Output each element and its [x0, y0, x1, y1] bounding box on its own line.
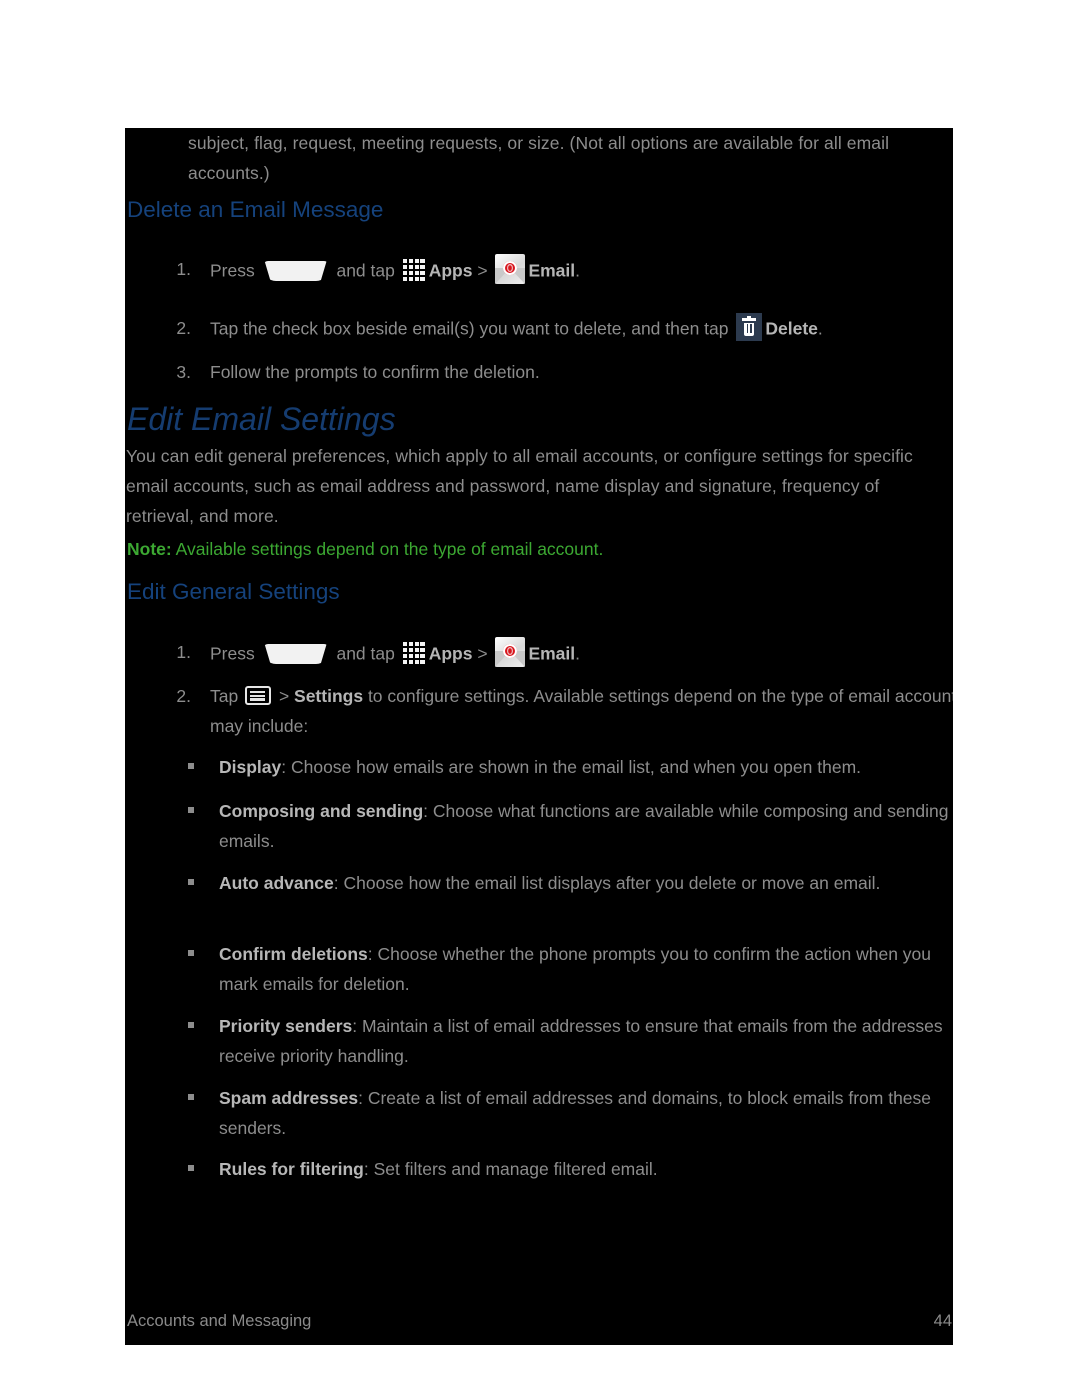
- step-separator: >: [274, 686, 295, 706]
- step-fragment: and tap: [331, 260, 400, 281]
- list-item-term: Display: [219, 757, 282, 777]
- step-fragment: Tap the check box beside email(s) you wa…: [210, 318, 734, 339]
- step-number: 2.: [176, 318, 191, 338]
- list-item-term: Composing and sending: [219, 801, 424, 821]
- step-fragment: Tap: [210, 686, 244, 706]
- list-item-text: Confirm deletions: Choose whether the ph…: [219, 939, 953, 999]
- apps-label: Apps: [428, 643, 473, 664]
- page-title-edit-email-settings: Edit Email Settings: [127, 401, 396, 437]
- apps-grid-icon: [402, 258, 426, 282]
- list-item-description: : Choose how emails are shown in the ema…: [281, 757, 862, 777]
- list-item-text: Auto advance: Choose how the email list …: [219, 868, 953, 898]
- bullet-square-icon: [188, 807, 194, 813]
- step-number: 1.: [176, 642, 191, 662]
- footer-section-label: Accounts and Messaging: [127, 1312, 312, 1330]
- step-fragment: and tap: [331, 643, 400, 664]
- bullet-square-icon: [188, 1022, 194, 1028]
- list-item-term: Auto advance: [219, 873, 334, 893]
- step-text: Press and tap Apps > Email.: [210, 637, 953, 673]
- step-separator: >: [472, 643, 493, 664]
- step-text: Follow the prompts to confirm the deleti…: [210, 362, 540, 382]
- step-fragment: Press: [210, 643, 260, 664]
- step-fragment: Press: [210, 260, 260, 281]
- step-fragment: .: [575, 260, 581, 281]
- continuation-paragraph: subject, flag, request, meeting requests…: [188, 133, 890, 183]
- step-text: Press and tap Apps > Email.: [210, 254, 953, 290]
- delete-trash-icon: [736, 313, 763, 341]
- list-item-text: Spam addresses: Create a list of email a…: [219, 1083, 953, 1143]
- bullet-square-icon: [188, 950, 194, 956]
- note-line: Note: Available settings depend on the t…: [127, 534, 937, 564]
- step-text: Tap the check box beside email(s) you wa…: [210, 313, 953, 347]
- step-number: 3.: [176, 362, 191, 382]
- list-item-text: Composing and sending: Choose what funct…: [219, 796, 953, 856]
- step-fragment: .: [817, 318, 823, 339]
- list-item-text: Priority senders: Maintain a list of ema…: [219, 1011, 953, 1071]
- footer-page-number: 44: [933, 1312, 952, 1330]
- step-fragment: .: [575, 643, 581, 664]
- delete-label: Delete: [765, 318, 818, 339]
- email-app-icon: [495, 637, 526, 667]
- apps-grid-icon: [402, 641, 426, 665]
- step-number: 2.: [176, 686, 191, 706]
- list-item-term: Priority senders: [219, 1016, 353, 1036]
- list-item-term: Confirm deletions: [219, 944, 368, 964]
- email-label: Email: [528, 260, 576, 281]
- bullet-square-icon: [188, 1094, 194, 1100]
- heading-delete-an-email-message: Delete an Email Message: [127, 197, 384, 222]
- settings-label: Settings: [294, 686, 364, 706]
- bullet-square-icon: [188, 879, 194, 885]
- home-key-icon: [263, 644, 329, 664]
- document-page: subject, flag, request, meeting requests…: [125, 128, 953, 1345]
- home-key-icon: [263, 261, 329, 281]
- list-item-text: Display: Choose how emails are shown in …: [219, 752, 953, 782]
- menu-key-icon: [245, 686, 272, 706]
- email-app-icon: [495, 254, 526, 284]
- list-item-text: Rules for filtering: Set filters and man…: [219, 1154, 953, 1184]
- email-label: Email: [528, 643, 576, 664]
- apps-label: Apps: [428, 260, 473, 281]
- list-item-term: Spam addresses: [219, 1088, 359, 1108]
- step-text: Tap > Settings to configure settings. Av…: [210, 681, 953, 741]
- step-number: 1.: [176, 259, 191, 279]
- bullet-square-icon: [188, 763, 194, 769]
- step-separator: >: [472, 260, 493, 281]
- page-footer: Accounts and Messaging 44: [125, 1309, 953, 1345]
- note-label: Note:: [127, 539, 172, 559]
- heading-edit-general-settings: Edit General Settings: [127, 579, 340, 604]
- list-item-description: : Set filters and manage filtered email.: [363, 1159, 658, 1179]
- note-text: Available settings depend on the type of…: [171, 539, 604, 559]
- list-item-term: Rules for filtering: [219, 1159, 364, 1179]
- bullet-square-icon: [188, 1165, 194, 1171]
- intro-paragraph: You can edit general preferences, which …: [126, 446, 913, 526]
- list-item-description: : Choose how the email list displays aft…: [333, 873, 881, 893]
